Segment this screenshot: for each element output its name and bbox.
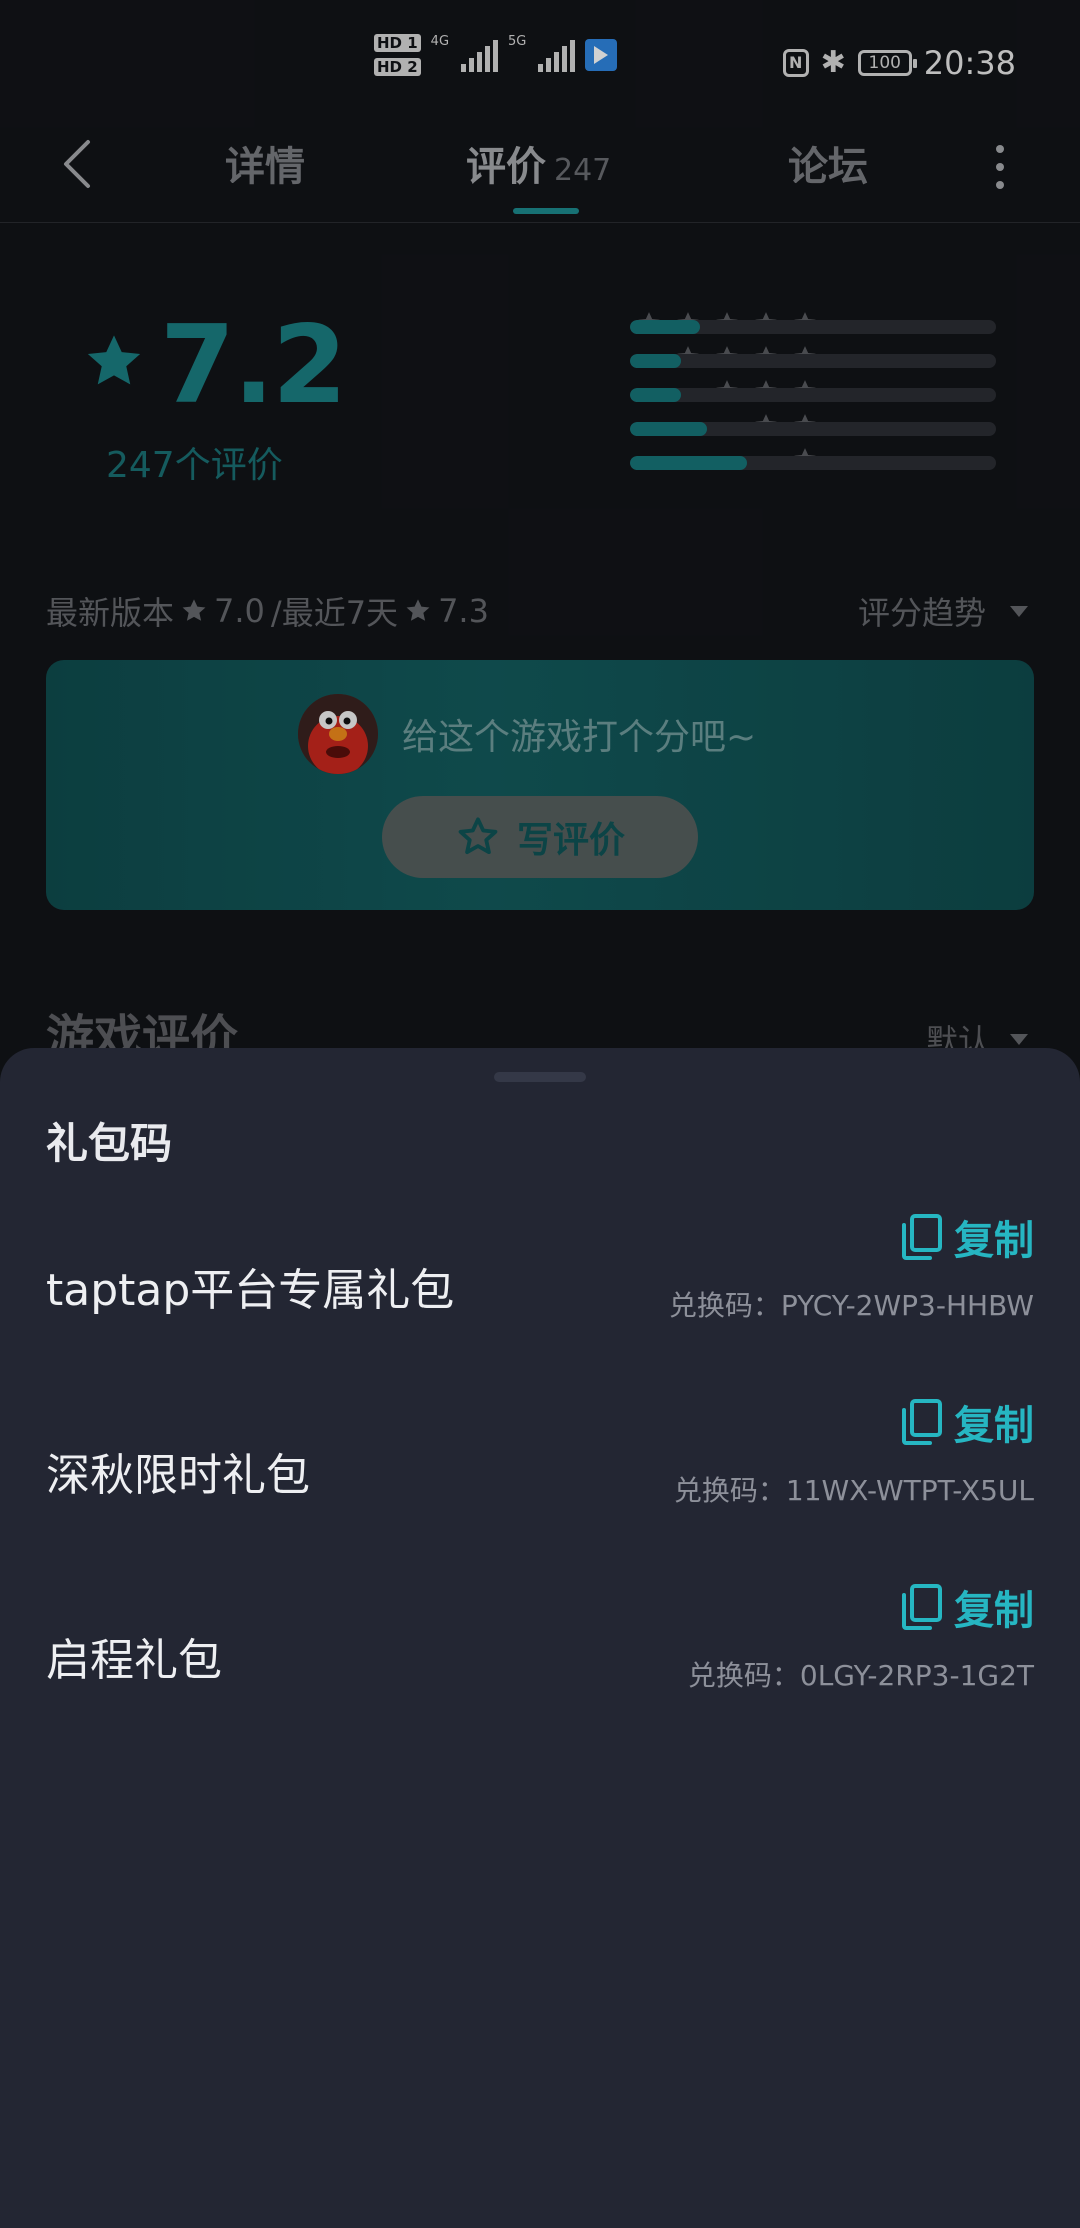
sheet-drag-handle[interactable]	[494, 1072, 586, 1082]
copy-label: 复制	[954, 1218, 1034, 1264]
gift-item: taptap平台专属礼包 复制 兑换码：PYCY-2WP3-HHBW	[0, 1208, 1080, 1368]
redeem-code: 兑换码：0LGY-2RP3-1G2T	[687, 1659, 1034, 1692]
copy-label: 复制	[954, 1403, 1034, 1449]
gift-name: 启程礼包	[46, 1635, 222, 1686]
copy-icon	[902, 1214, 942, 1260]
copy-icon	[902, 1584, 942, 1630]
copy-button[interactable]: 复制	[900, 1393, 1034, 1451]
gift-item: 启程礼包 复制 兑换码：0LGY-2RP3-1G2T	[0, 1578, 1080, 1738]
redeem-code: 兑换码：PYCY-2WP3-HHBW	[668, 1289, 1034, 1322]
redeem-code: 兑换码：11WX-WTPT-X5UL	[673, 1474, 1034, 1507]
gift-name: 深秋限时礼包	[46, 1450, 310, 1501]
gift-code-sheet: 礼包码 taptap平台专属礼包 复制 兑换码：PYCY-2WP3-HHBW 深…	[0, 1048, 1080, 2228]
copy-icon	[902, 1399, 942, 1445]
gift-item: 深秋限时礼包 复制 兑换码：11WX-WTPT-X5UL	[0, 1393, 1080, 1553]
copy-label: 复制	[954, 1588, 1034, 1634]
gift-name: taptap平台专属礼包	[46, 1265, 455, 1316]
copy-button[interactable]: 复制	[900, 1578, 1034, 1636]
sheet-title: 礼包码	[46, 1119, 173, 1168]
copy-button[interactable]: 复制	[900, 1208, 1034, 1266]
